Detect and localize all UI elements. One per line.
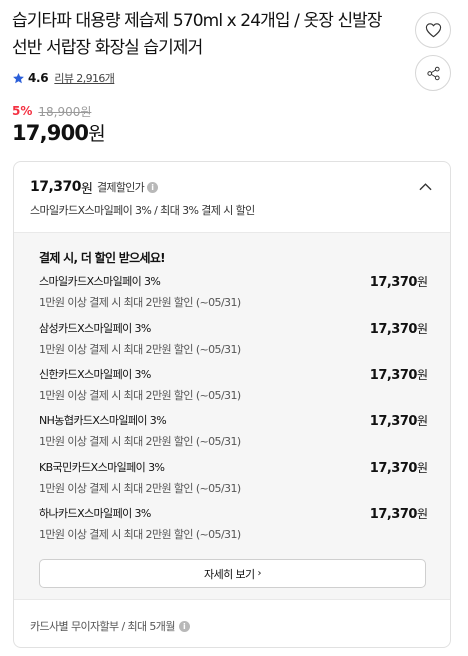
chevron-up-icon[interactable] (419, 182, 432, 191)
sale-price-unit: 원 (88, 123, 105, 145)
discount-rate: 5% (12, 104, 33, 118)
benefit-item: KB국민카드X스마일페이 3% 1만원 이상 결제 시 최대 2만원 할인 (~… (39, 459, 428, 501)
benefit-price-amount: 17,370 (369, 507, 418, 522)
payment-price-amount: 17,370 (30, 179, 82, 195)
benefit-item: 삼성카드X스마일페이 3% 1만원 이상 결제 시 최대 2만원 할인 (~05… (39, 320, 428, 362)
payment-price-unit: 원 (81, 181, 93, 197)
info-icon[interactable]: i (178, 620, 190, 632)
rating-row: 4.6 리뷰 2,916개 (12, 69, 115, 87)
view-details-button[interactable]: 자세히 보기 › (39, 559, 426, 588)
benefit-name: 스마일카드X스마일페이 3% (39, 275, 161, 288)
chevron-right-icon: › (257, 568, 262, 579)
benefit-name: KB국민카드X스마일페이 3% (39, 461, 165, 474)
benefit-name: 하나카드X스마일페이 3% (39, 507, 151, 520)
benefit-desc: 1만원 이상 결제 시 최대 2만원 할인 (~05/31) (39, 343, 241, 356)
payment-discount-header[interactable]: 17,370 원 결제할인가 i 스마일카드X스마일페이 3% / 최대 3% … (14, 162, 450, 232)
view-details-label: 자세히 보기 (204, 567, 255, 581)
benefit-price-amount: 17,370 (369, 414, 418, 429)
heart-icon (425, 23, 441, 38)
benefit-price: 17,370 원 (370, 412, 428, 429)
benefit-desc: 1만원 이상 결제 시 최대 2만원 할인 (~05/31) (39, 435, 241, 448)
installment-text: 카드사별 무이자할부 / 최대 5개월 (30, 620, 175, 633)
original-price: 18,900원 (38, 104, 92, 119)
benefit-name: NH농협카드X스마일페이 3% (39, 414, 167, 427)
star-icon (13, 72, 24, 83)
payment-discount-subtitle: 스마일카드X스마일페이 3% / 최대 3% 결제 시 할인 (30, 204, 255, 217)
benefit-price: 17,370 원 (370, 273, 428, 290)
benefit-price-unit: 원 (416, 275, 428, 289)
benefit-item: NH농협카드X스마일페이 3% 1만원 이상 결제 시 최대 2만원 할인 (~… (39, 412, 428, 454)
review-count-link[interactable]: 리뷰 2,916개 (54, 70, 115, 86)
benefit-item: 하나카드X스마일페이 3% 1만원 이상 결제 시 최대 2만원 할인 (~05… (39, 505, 428, 547)
benefit-price-unit: 원 (416, 414, 428, 428)
benefit-name: 삼성카드X스마일페이 3% (39, 322, 151, 335)
product-title: 습기타파 대용량 제습제 570ml x 24개입 / 옷장 신발장 선반 서랍… (12, 11, 383, 58)
benefit-price-amount: 17,370 (369, 368, 418, 383)
benefit-price: 17,370 원 (370, 366, 428, 383)
benefit-price: 17,370 원 (370, 320, 428, 337)
like-button[interactable] (415, 12, 451, 48)
benefit-name: 신한카드X스마일페이 3% (39, 368, 151, 381)
info-icon[interactable]: i (147, 181, 159, 193)
discount-row: 5% 18,900원 (12, 103, 91, 119)
benefit-desc: 1만원 이상 결제 시 최대 2만원 할인 (~05/31) (39, 389, 241, 402)
benefit-price-unit: 원 (416, 322, 428, 336)
benefit-desc: 1만원 이상 결제 시 최대 2만원 할인 (~05/31) (39, 482, 241, 495)
payment-discount-price: 17,370 원 결제할인가 i (30, 178, 159, 197)
share-button[interactable] (415, 55, 451, 91)
installment-row: 카드사별 무이자할부 / 최대 5개월 i (30, 618, 190, 634)
benefit-price-unit: 원 (416, 507, 428, 521)
benefit-price-amount: 17,370 (369, 461, 418, 476)
sale-price-amount: 17,900 (12, 121, 89, 145)
benefit-price-amount: 17,370 (369, 322, 418, 337)
benefit-item: 스마일카드X스마일페이 3% 1만원 이상 결제 시 최대 2만원 할인 (~0… (39, 273, 428, 315)
rating-value: 4.6 (28, 71, 49, 85)
benefit-title: 결제 시, 더 할인 받으세요! (39, 251, 166, 265)
benefit-item: 신한카드X스마일페이 3% 1만원 이상 결제 시 최대 2만원 할인 (~05… (39, 366, 428, 408)
share-icon (426, 66, 440, 80)
sale-price: 17,900원 (12, 119, 106, 146)
benefit-price-unit: 원 (416, 368, 428, 382)
benefit-price-unit: 원 (416, 461, 428, 475)
benefit-desc: 1만원 이상 결제 시 최대 2만원 할인 (~05/31) (39, 296, 241, 309)
benefit-panel: 결제 시, 더 할인 받으세요! 스마일카드X스마일페이 3% 1만원 이상 결… (14, 232, 450, 600)
benefit-desc: 1만원 이상 결제 시 최대 2만원 할인 (~05/31) (39, 528, 241, 541)
payment-discount-card: 17,370 원 결제할인가 i 스마일카드X스마일페이 3% / 최대 3% … (13, 161, 451, 648)
benefit-price: 17,370 원 (370, 459, 428, 476)
benefit-price-amount: 17,370 (369, 275, 418, 290)
payment-price-label: 결제할인가 (97, 181, 145, 194)
benefit-price: 17,370 원 (370, 505, 428, 522)
